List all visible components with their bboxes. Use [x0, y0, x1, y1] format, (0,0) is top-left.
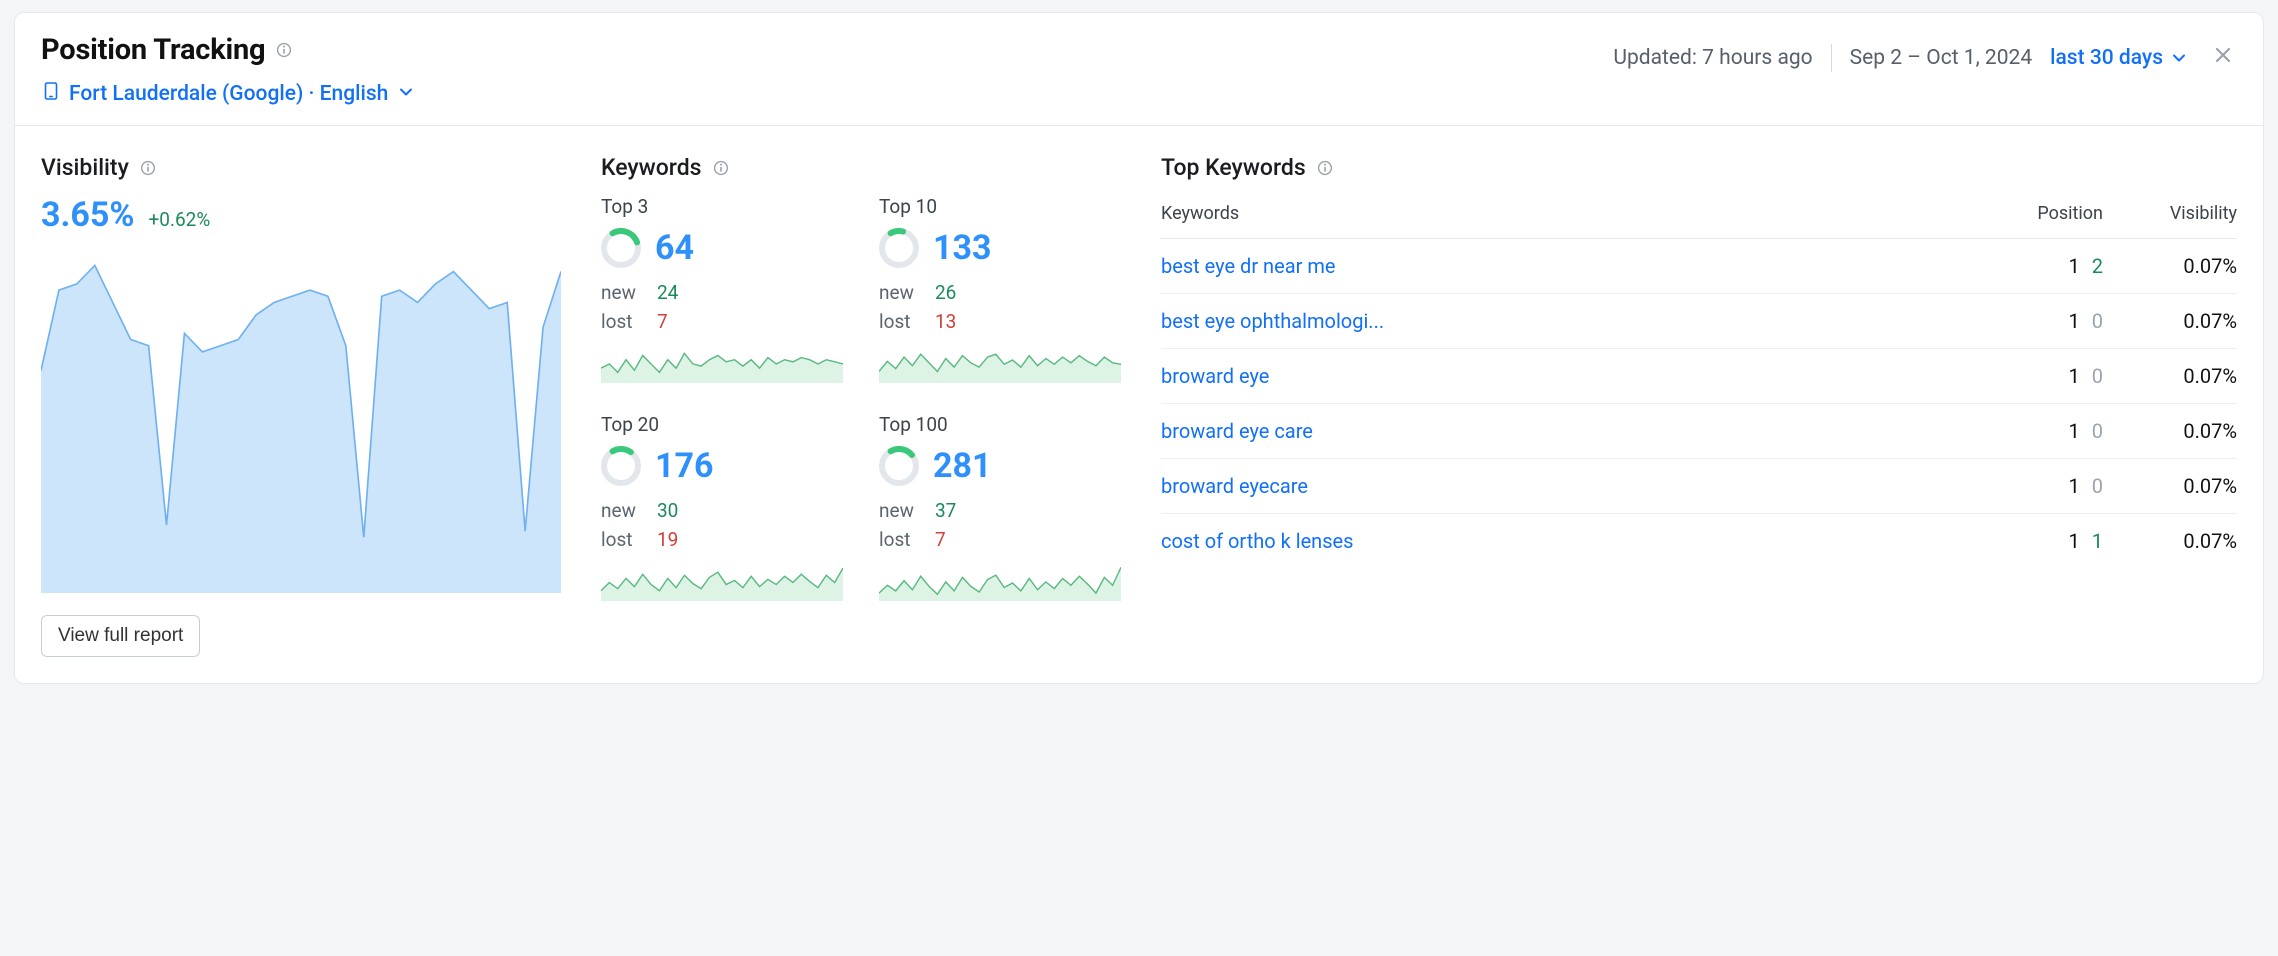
chevron-down-icon: [2171, 50, 2187, 66]
table-row: broward eye 10 0.07%: [1161, 349, 2237, 404]
keyword-count: 176: [655, 446, 714, 486]
table-row: broward eye care 10 0.07%: [1161, 404, 2237, 459]
position-cell: 10: [2017, 309, 2109, 333]
table-row: broward eyecare 10 0.07%: [1161, 459, 2237, 514]
keyword-link[interactable]: broward eye care: [1161, 419, 2009, 443]
keyword-card: Top 10 133 new26lost13: [879, 195, 1121, 383]
sparkline-chart: [879, 565, 1121, 601]
keyword-link[interactable]: broward eye: [1161, 364, 2009, 388]
visibility-cell: 0.07%: [2117, 309, 2237, 333]
table-header: Keywords Position Visibility: [1161, 195, 2237, 239]
view-full-report-button[interactable]: View full report: [41, 615, 200, 657]
date-range: Sep 2 – Oct 1, 2024: [1850, 46, 2032, 70]
keyword-new-stat: new37: [879, 496, 1121, 525]
visibility-cell: 0.07%: [2117, 419, 2237, 443]
keyword-link[interactable]: best eye dr near me: [1161, 254, 2009, 278]
keyword-lost-stat: lost13: [879, 307, 1121, 336]
donut-icon: [879, 228, 919, 268]
top-keywords-section: Top Keywords Keywords Position Visibilit…: [1161, 154, 2237, 657]
info-icon[interactable]: [712, 159, 730, 177]
keyword-card-label: Top 100: [879, 413, 1121, 436]
sparkline-chart: [601, 565, 843, 601]
position-cell: 10: [2017, 474, 2109, 498]
col-position: Position: [2017, 203, 2109, 224]
visibility-delta: +0.62%: [149, 208, 211, 231]
updated-text: Updated: 7 hours ago: [1613, 46, 1812, 70]
donut-icon: [879, 446, 919, 486]
keyword-new-stat: new30: [601, 496, 843, 525]
donut-icon: [601, 446, 641, 486]
col-visibility: Visibility: [2117, 203, 2237, 224]
keyword-count: 281: [933, 446, 992, 486]
position-cell: 10: [2017, 364, 2109, 388]
position-cell: 10: [2017, 419, 2109, 443]
section-title: Keywords: [601, 154, 702, 181]
keyword-card-count-row: 133: [879, 228, 1121, 268]
keyword-card: Top 3 64 new24lost7: [601, 195, 843, 383]
info-icon[interactable]: [275, 41, 293, 59]
chevron-down-icon: [398, 82, 414, 106]
keyword-card: Top 20 176 new30lost19: [601, 413, 843, 601]
keyword-link[interactable]: cost of ortho k lenses: [1161, 529, 2009, 553]
panel-header: Position Tracking Fort Lauderdale (Googl…: [15, 13, 2263, 125]
table-row: best eye dr near me 12 0.07%: [1161, 239, 2237, 294]
header-left: Position Tracking Fort Lauderdale (Googl…: [41, 33, 414, 125]
keyword-card: Top 100 281 new37lost7: [879, 413, 1121, 601]
page-title: Position Tracking: [41, 33, 265, 67]
location-selector[interactable]: Fort Lauderdale (Google) · English: [41, 81, 414, 125]
keyword-count: 133: [933, 228, 992, 268]
keywords-section: Keywords Top 364new24lost7Top 10133new26…: [601, 154, 1121, 657]
location-label: Fort Lauderdale (Google) · English: [69, 82, 388, 106]
keyword-card-count-row: 64: [601, 228, 843, 268]
section-title-row: Keywords: [601, 154, 1121, 181]
close-icon[interactable]: [2209, 41, 2237, 75]
keyword-card-count-row: 176: [601, 446, 843, 486]
keyword-count: 64: [655, 228, 694, 268]
visibility-chart: [41, 253, 561, 593]
visibility-cell: 0.07%: [2117, 474, 2237, 498]
visibility-value: 3.65%: [41, 195, 135, 235]
keyword-lost-stat: lost7: [601, 307, 843, 336]
visibility-value-row: 3.65% +0.62%: [41, 195, 561, 235]
visibility-section: Visibility 3.65% +0.62% View full report: [41, 154, 561, 657]
info-icon[interactable]: [139, 159, 157, 177]
top-keywords-table: Keywords Position Visibility best eye dr…: [1161, 195, 2237, 568]
sparkline-chart: [879, 347, 1121, 383]
keyword-card-label: Top 10: [879, 195, 1121, 218]
keyword-card-count-row: 281: [879, 446, 1121, 486]
keyword-card-label: Top 3: [601, 195, 843, 218]
visibility-cell: 0.07%: [2117, 364, 2237, 388]
col-keywords: Keywords: [1161, 203, 2009, 224]
keyword-lost-stat: lost19: [601, 525, 843, 554]
header-right: Updated: 7 hours ago Sep 2 – Oct 1, 2024…: [1613, 33, 2237, 75]
position-cell: 12: [2017, 254, 2109, 278]
device-icon: [41, 81, 61, 107]
section-title: Top Keywords: [1161, 154, 1306, 181]
divider: [1831, 44, 1832, 72]
section-title: Visibility: [41, 154, 129, 181]
keyword-new-stat: new24: [601, 278, 843, 307]
visibility-cell: 0.07%: [2117, 254, 2237, 278]
position-tracking-panel: Position Tracking Fort Lauderdale (Googl…: [14, 12, 2264, 684]
donut-icon: [601, 228, 641, 268]
keyword-link[interactable]: best eye ophthalmologi...: [1161, 309, 2009, 333]
keyword-card-label: Top 20: [601, 413, 843, 436]
table-row: best eye ophthalmologi... 10 0.07%: [1161, 294, 2237, 349]
section-title-row: Visibility: [41, 154, 561, 181]
visibility-cell: 0.07%: [2117, 529, 2237, 553]
title-row: Position Tracking: [41, 33, 414, 67]
section-title-row: Top Keywords: [1161, 154, 2237, 181]
panel-body: Visibility 3.65% +0.62% View full report…: [15, 126, 2263, 683]
period-selector[interactable]: last 30 days: [2050, 46, 2187, 70]
table-row: cost of ortho k lenses 11 0.07%: [1161, 514, 2237, 568]
position-cell: 11: [2017, 529, 2109, 553]
period-label: last 30 days: [2050, 46, 2163, 70]
keyword-lost-stat: lost7: [879, 525, 1121, 554]
sparkline-chart: [601, 347, 843, 383]
keywords-grid: Top 364new24lost7Top 10133new26lost13Top…: [601, 195, 1121, 601]
keyword-new-stat: new26: [879, 278, 1121, 307]
info-icon[interactable]: [1316, 159, 1334, 177]
keyword-link[interactable]: broward eyecare: [1161, 474, 2009, 498]
